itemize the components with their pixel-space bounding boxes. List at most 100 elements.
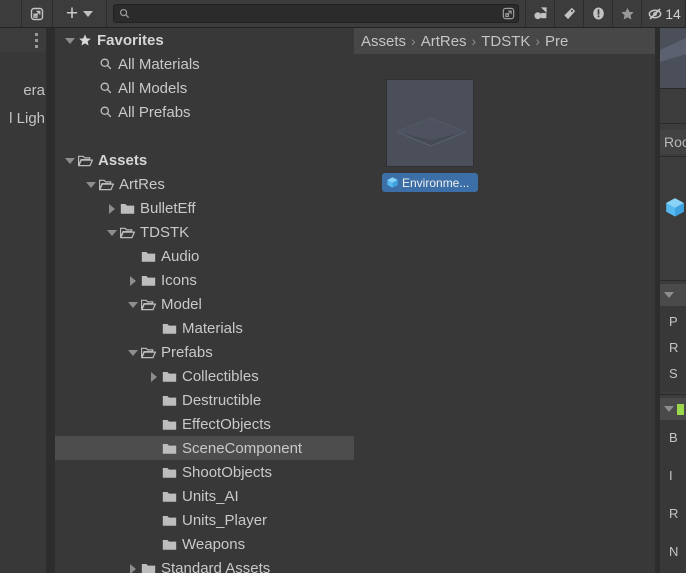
prefab-cube-icon [387,177,398,188]
tree-item-label: Icons [161,271,197,289]
twisty-collapsed[interactable] [125,560,141,573]
search-detach-icon[interactable] [501,6,516,21]
chevron-right-icon [151,371,157,382]
breadcrumb-item-artres[interactable]: ArtRes [421,33,467,50]
tree-item-tdstk[interactable]: TDSTK [55,220,354,244]
hidden-objects-button[interactable]: 14 [642,0,686,27]
search-icon [119,8,130,19]
project-folder-tree[interactable]: Favorites All Materials All Models All Pref… [55,28,354,573]
tree-item-units-ai[interactable]: Units_AI [55,484,354,508]
create-asset-button[interactable]: + [53,0,107,27]
tree-item-label: Model [161,295,202,313]
breadcrumb-separator: › [535,33,541,49]
tree-item-weapons[interactable]: Weapons [55,532,354,556]
hierarchy-panel-clipped: era l Ligh [0,28,46,573]
inspector-preview-thumb [660,28,686,88]
tree-item-materials[interactable]: Materials [55,316,354,340]
tree-item-prefabs[interactable]: Prefabs [55,340,354,364]
folder-icon [162,443,177,454]
folder-icon [141,250,156,263]
component-foldout[interactable] [660,398,686,420]
folder-icon [162,538,177,551]
twisty-expanded[interactable] [125,344,141,361]
search-box[interactable] [113,4,519,23]
search-icon [100,58,112,70]
search-icon [100,82,112,94]
folder-open-icon [120,227,135,238]
component-row-3: R [669,505,679,521]
chevron-right-icon [130,563,136,573]
folder-icon [141,563,156,573]
twisty-expanded[interactable] [83,176,99,193]
hierarchy-item-main-camera[interactable]: era [23,82,45,99]
twisty-collapsed[interactable] [104,200,120,217]
tree-item-artres[interactable]: ArtRes [55,172,354,196]
inspector-prefab-icon-row [660,157,686,257]
hierarchy-menu-button[interactable] [26,28,46,52]
search-input[interactable] [130,7,501,20]
tree-item-label: Standard Assets [161,559,271,573]
tree-item-all-materials[interactable]: All Materials [55,52,354,76]
tree-item-all-prefabs[interactable]: All Prefabs [55,100,354,124]
twisty-collapsed[interactable] [125,272,141,289]
tree-item-label: Favorites [97,31,164,49]
tree-item-assets[interactable]: Assets [55,148,354,172]
tag-icon [563,7,575,20]
folder-open-icon [141,347,156,358]
asset-item[interactable]: Environme... [382,79,478,192]
tree-item-label: All Models [118,79,188,97]
label-filter-button[interactable] [555,0,584,27]
inspector-object-name[interactable]: Roo [660,130,686,154]
hierarchy-item-directional-light[interactable]: l Ligh [9,110,45,127]
twisty-expanded[interactable] [62,152,78,169]
breadcrumb-item-pre[interactable]: Pre [545,33,568,50]
tree-item-label: BulletEff [140,199,196,217]
tree-item-all-models[interactable]: All Models [55,76,354,100]
detach-window-button[interactable] [22,0,53,27]
tree-item-destructible[interactable]: Destructible [55,388,354,412]
asset-grid[interactable]: Environme... [354,54,660,573]
twisty-expanded[interactable] [62,32,78,49]
tree-item-standard-assets[interactable]: Standard Assets [55,556,354,573]
plane-preview-icon [395,117,467,147]
tree-item-effectobjects[interactable]: EffectObjects [55,412,354,436]
tree-item-collectibles[interactable]: Collectibles [55,364,354,388]
chevron-down-icon [86,181,96,188]
tree-item-shootobjects[interactable]: ShootObjects [55,460,354,484]
asset-label[interactable]: Environme... [382,173,478,192]
twisty-collapsed[interactable] [146,368,162,385]
kebab-dot [34,32,38,36]
tree-item-scenecomponent[interactable]: SceneComponent [55,436,354,460]
tree-item-bulleteff[interactable]: BulletEff [55,196,354,220]
tree-item-label: Weapons [182,535,246,553]
tree-item-icons[interactable]: Icons [55,268,354,292]
tree-item-favorites[interactable]: Favorites [55,28,354,52]
tree-item-label: All Materials [118,55,200,73]
inspector-toolbar [660,89,686,123]
panel-divider-left[interactable] [46,28,55,573]
breadcrumb-item-assets[interactable]: Assets [361,33,406,50]
kebab-dot [34,44,38,48]
tree-item-audio[interactable]: Audio [55,244,354,268]
tree-item-label: ShootObjects [182,463,273,481]
transform-section: P R S [660,306,686,392]
twisty-expanded[interactable] [125,296,141,313]
star-filter-button[interactable] [613,0,642,27]
breadcrumb-item-tdstk[interactable]: TDSTK [481,33,530,50]
warning-filter-button[interactable] [584,0,613,27]
folder-icon [162,418,177,431]
transform-foldout[interactable] [660,284,686,306]
inspector-panel-clipped: Roo P R S B I R N [660,28,686,573]
folder-icon [162,442,177,455]
chevron-down-icon [664,292,674,298]
divider [660,280,686,281]
folder-icon [162,466,177,479]
breadcrumb: Assets › ArtRes › TDSTK › Pre [354,28,660,54]
object-filter-button[interactable] [526,0,555,27]
tree-item-model[interactable]: Model [55,292,354,316]
tree-item-units-player[interactable]: Units_Player [55,508,354,532]
folder-icon [162,467,177,478]
breadcrumb-separator: › [411,33,416,49]
star-icon [620,7,634,20]
twisty-expanded[interactable] [104,224,120,241]
